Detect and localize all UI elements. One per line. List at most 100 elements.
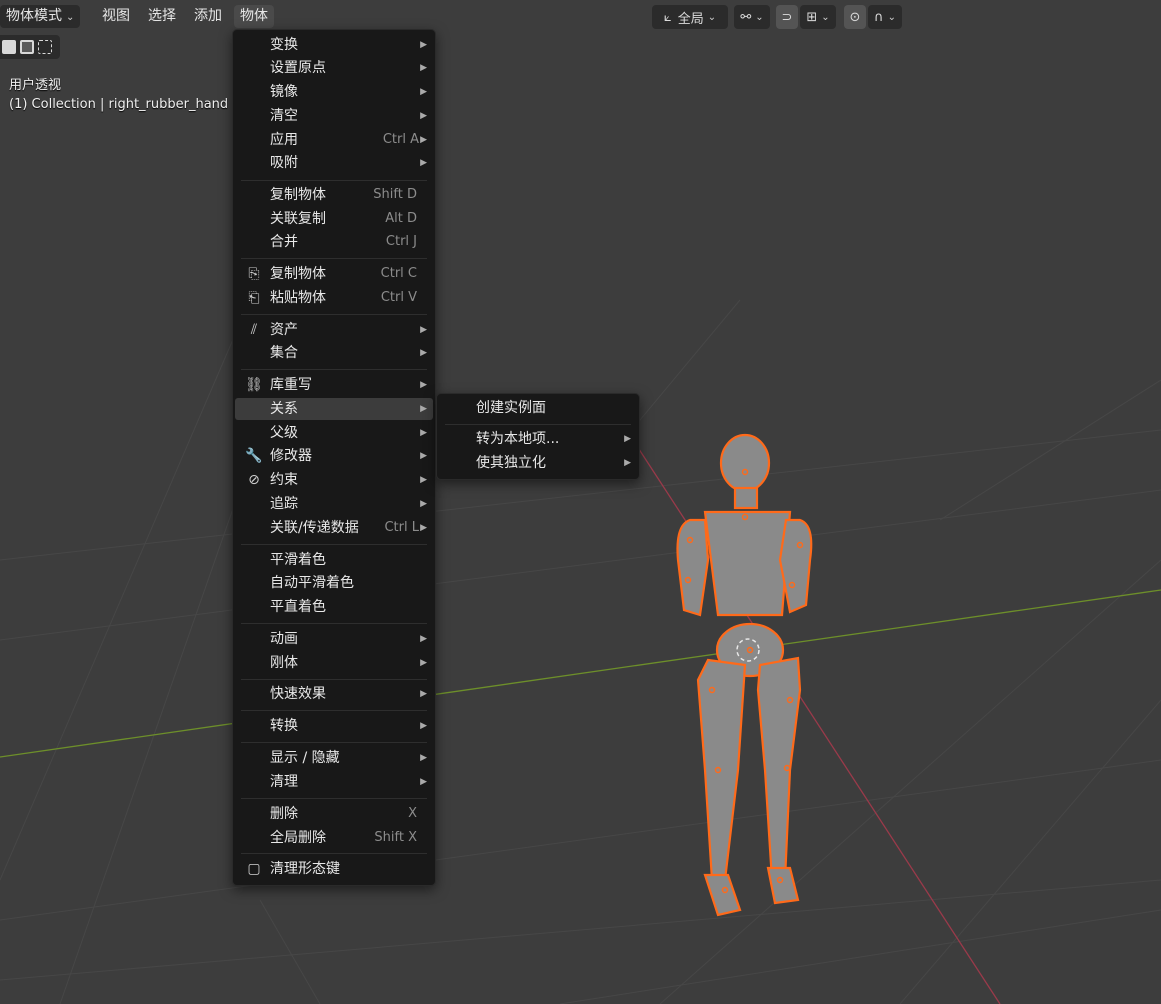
chevron-down-icon: ⌄ (887, 11, 896, 23)
object-menu-item[interactable]: ⎘ 复制物体 Ctrl C (235, 263, 433, 285)
menu-item-label: 变换 (270, 37, 298, 53)
paste-icon: ⎗ (248, 290, 260, 306)
menu-item-label: 资产 (270, 322, 298, 338)
menu-item-label: 复制物体 (270, 187, 326, 203)
orientation-axes-icon: ⟀ (663, 9, 672, 25)
object-menu-item[interactable]: 合并 Ctrl J (235, 231, 433, 253)
object-menu-item[interactable]: 转换 ▶ (235, 715, 433, 737)
select-new-icon[interactable] (2, 40, 16, 54)
chevron-down-icon: ⌄ (821, 11, 830, 23)
menu-add[interactable]: 添加 (188, 5, 228, 28)
object-menu-item[interactable]: 刚体 ▶ (235, 652, 433, 674)
object-menu-item[interactable]: 平直着色 (235, 596, 433, 618)
snap-toggle-button[interactable]: ⊃ (776, 5, 798, 29)
object-menu-item[interactable]: 平滑着色 (235, 549, 433, 571)
relations-menu-item[interactable]: 创建实例面 (439, 397, 637, 419)
menu-item-label: 清理 (270, 774, 298, 790)
copy-icon: ⎘ (248, 266, 260, 282)
object-menu-item[interactable]: 动画 ▶ (235, 628, 433, 650)
menu-view[interactable]: 视图 (96, 5, 136, 28)
object-menu-item[interactable]: 父级 ▶ (235, 422, 433, 444)
transform-orientation-dropdown[interactable]: ⟀ 全局 ⌄ (652, 5, 728, 29)
proportional-edit-icon: ⊙ (849, 9, 861, 25)
menu-separator (241, 710, 427, 711)
object-menu-item[interactable]: 吸附 ▶ (235, 152, 433, 174)
submenu-arrow-icon: ▶ (420, 634, 427, 644)
menu-item-label: 父级 (270, 425, 298, 441)
submenu-arrow-icon: ▶ (420, 111, 427, 121)
object-menu-item[interactable]: 关联复制 Alt D (235, 208, 433, 230)
object-menu-item[interactable]: ⛓ 库重写 ▶ (235, 374, 433, 396)
relations-menu-item[interactable]: 转为本地项... ▶ (439, 428, 637, 450)
falloff-curve-icon: ∩ (874, 9, 884, 25)
object-menu-item[interactable]: ⊘ 约束 ▶ (235, 469, 433, 491)
menu-item-label: 库重写 (270, 377, 312, 393)
submenu-arrow-icon: ▶ (420, 325, 427, 335)
menu-separator (241, 853, 427, 854)
submenu-arrow-icon: ▶ (624, 458, 631, 468)
wrench-icon: 🔧 (245, 448, 263, 464)
object-menu-item[interactable]: 快速效果 ▶ (235, 683, 433, 705)
shortcut-hint: X (408, 806, 417, 821)
object-menu-item[interactable]: 追踪 ▶ (235, 493, 433, 515)
menu-separator (241, 742, 427, 743)
submenu-arrow-icon: ▶ (420, 40, 427, 50)
shortcut-hint: Ctrl A (382, 132, 419, 147)
object-menu-item[interactable]: ⎗ 粘贴物体 Ctrl V (235, 287, 433, 309)
object-menu: 变换 ▶ 设置原点 ▶ 镜像 ▶ 清空 ▶ 应用 Ctrl A ▶ 吸附 ▶ 复制物体 Shift D 关联复… (232, 29, 436, 886)
menu-item-label: 平滑着色 (270, 552, 326, 568)
submenu-arrow-icon: ▶ (420, 523, 427, 533)
object-menu-item[interactable]: 设置原点 ▶ (235, 57, 433, 79)
object-menu-item[interactable]: ▢ 清理形态键 (235, 858, 433, 880)
object-menu-item[interactable]: 显示 / 隐藏 ▶ (235, 747, 433, 769)
submenu-arrow-icon: ▶ (420, 689, 427, 699)
object-menu-item[interactable]: 清空 ▶ (235, 105, 433, 127)
relations-menu-item[interactable]: 使其独立化 ▶ (439, 452, 637, 474)
menu-item-label: 复制物体 (270, 266, 326, 282)
menu-select[interactable]: 选择 (142, 5, 182, 28)
menu-object[interactable]: 物体 (234, 5, 274, 28)
object-menu-item[interactable]: 清理 ▶ (235, 771, 433, 793)
object-menu-item[interactable]: 🔧 修改器 ▶ (235, 445, 433, 467)
object-menu-item[interactable]: 删除 X (235, 803, 433, 825)
3d-viewport[interactable] (0, 0, 1161, 1004)
menu-item-label: 粘贴物体 (270, 290, 326, 306)
object-menu-item[interactable]: ⫽ 资产 ▶ (235, 319, 433, 341)
pivot-point-dropdown[interactable]: ⚯ ⌄ (734, 5, 770, 29)
object-menu-item[interactable]: 关系 ▶ (235, 398, 433, 420)
select-subtract-icon[interactable] (38, 40, 52, 54)
submenu-arrow-icon: ▶ (420, 451, 427, 461)
object-menu-item[interactable]: 自动平滑着色 (235, 572, 433, 594)
rubber-hand-rig-figure[interactable] (676, 433, 813, 917)
submenu-arrow-icon: ▶ (420, 658, 427, 668)
submenu-arrow-icon: ▶ (420, 63, 427, 73)
menu-item-label: 约束 (270, 472, 298, 488)
object-menu-item[interactable]: 集合 ▶ (235, 342, 433, 364)
menu-separator (241, 314, 427, 315)
menu-separator (241, 544, 427, 545)
mode-dropdown[interactable]: 物体模式 ⌄ (0, 5, 81, 28)
object-menu-item[interactable]: 应用 Ctrl A ▶ (235, 129, 433, 151)
submenu-arrow-icon: ▶ (420, 380, 427, 390)
menu-item-label: 追踪 (270, 496, 298, 512)
proportional-edit-button[interactable]: ⊙ (844, 5, 866, 29)
select-extend-icon[interactable] (20, 40, 34, 54)
menu-item-label: 使其独立化 (476, 455, 546, 471)
menu-item-label: 设置原点 (270, 60, 326, 76)
shortcut-hint: Ctrl L (384, 520, 419, 535)
menu-separator (241, 180, 427, 181)
falloff-dropdown[interactable]: ∩ ⌄ (868, 5, 902, 29)
object-menu-item[interactable]: 复制物体 Shift D (235, 184, 433, 206)
menu-item-label: 转为本地项... (476, 431, 560, 447)
submenu-arrow-icon: ▶ (420, 475, 427, 485)
object-menu-item[interactable]: 关联/传递数据 Ctrl L ▶ (235, 517, 433, 539)
object-menu-item[interactable]: 变换 ▶ (235, 34, 433, 56)
menu-item-label: 合并 (270, 234, 298, 250)
snap-target-dropdown[interactable]: ⊞ ⌄ (800, 5, 836, 29)
menu-item-label: 自动平滑着色 (270, 575, 354, 591)
object-menu-item[interactable]: 全局删除 Shift X (235, 827, 433, 849)
object-menu-item[interactable]: 镜像 ▶ (235, 81, 433, 103)
menu-item-label: 关联复制 (270, 211, 326, 227)
menu-item-label: 集合 (270, 345, 298, 361)
menu-item-label: 平直着色 (270, 599, 326, 615)
